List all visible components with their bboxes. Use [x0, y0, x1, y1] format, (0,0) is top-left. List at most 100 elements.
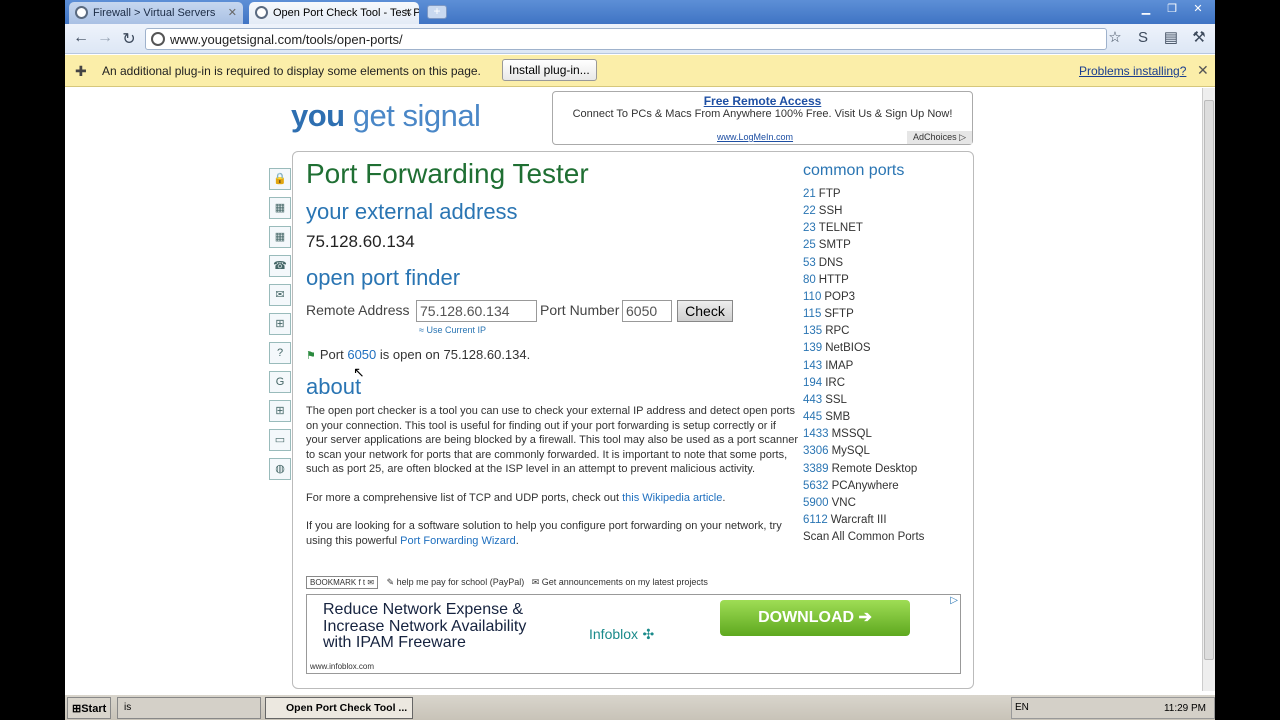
taskbar-item-active[interactable]: Open Port Check Tool ... [265, 697, 413, 719]
map-icon[interactable]: ▦ [269, 197, 291, 219]
mail-icon[interactable]: ✉ [269, 284, 291, 306]
port-link[interactable]: 6050 [347, 347, 376, 362]
wrench-icon[interactable]: ⚒ [1189, 28, 1209, 48]
port-number: 143 [803, 359, 823, 372]
adchoices-label[interactable]: AdChoices ▷ [907, 131, 972, 144]
port-item[interactable]: 3389 Remote Desktop [803, 461, 924, 478]
minimize-icon[interactable]: ▁ [1135, 2, 1157, 18]
phone-icon[interactable]: ☎ [269, 255, 291, 277]
close-icon[interactable]: ✕ [1197, 62, 1209, 79]
port-item[interactable]: 139 NetBIOS [803, 340, 924, 357]
adchoices-icon[interactable]: ▷ [950, 595, 958, 606]
tool-icon-bar: 🔒 ▦ ▦ ☎ ✉ ⊞ ? G ⊞ ▭ ◍ [269, 168, 293, 487]
port-item[interactable]: 5632 PCAnywhere [803, 478, 924, 495]
forward-icon[interactable]: → [95, 29, 115, 47]
lock-icon[interactable]: 🔒 [269, 168, 291, 190]
port-name: FTP [818, 188, 841, 200]
maximize-icon[interactable]: ❐ [1161, 2, 1183, 18]
close-window-icon[interactable]: ✕ [1187, 2, 1209, 18]
paypal-link[interactable]: help me pay for school (PayPal) [397, 577, 525, 587]
ad-text: Reduce Network Expense & Increase Networ… [323, 601, 527, 651]
close-icon[interactable]: ✕ [228, 6, 237, 19]
port-forwarding-wizard-link[interactable]: Port Forwarding Wizard [400, 535, 516, 547]
port-item[interactable]: 6112 Warcraft III [803, 512, 924, 529]
bookmark-button[interactable]: BOOKMARK f t ✉ [306, 576, 379, 589]
skype-icon[interactable]: S [1133, 28, 1153, 48]
port-number: 110 [803, 290, 822, 303]
page-icon[interactable]: ▤ [1161, 28, 1181, 48]
port-item[interactable]: 25 SMTP [803, 237, 924, 254]
start-button[interactable]: ⊞Start [67, 697, 111, 719]
port-item[interactable]: 1433 MSSQL [803, 426, 924, 443]
port-name: VNC [831, 496, 856, 509]
share-bar: BOOKMARK f t ✉ ✎ help me pay for school … [306, 576, 708, 589]
tab-firewall[interactable]: Firewall > Virtual Servers ✕ [69, 2, 243, 24]
language-indicator[interactable]: EN [1015, 702, 1029, 713]
problems-installing-link[interactable]: Problems installing? [1079, 64, 1186, 78]
taskbar-item[interactable]: is [117, 697, 261, 719]
ad-url[interactable]: www.infoblox.com [310, 662, 374, 671]
port-name: Remote Desktop [831, 462, 918, 475]
port-item[interactable]: 115 SFTP [803, 306, 924, 323]
port-name: SFTP [824, 308, 854, 321]
port-item[interactable]: 445 SMB [803, 409, 924, 426]
scroll-thumb[interactable] [1204, 100, 1214, 660]
port-number: 80 [803, 273, 816, 286]
mouse-cursor: ↖ [353, 364, 365, 380]
google-icon[interactable]: G [269, 371, 291, 393]
star-icon[interactable]: ☆ [1105, 28, 1125, 48]
scan-all-link[interactable]: Scan All Common Ports [803, 529, 924, 546]
port-name: IRC [825, 376, 845, 389]
ad-headline[interactable]: Free Remote Access [553, 94, 972, 108]
port-name: SSL [825, 393, 847, 406]
check-button[interactable]: Check [677, 300, 733, 322]
ad-url[interactable]: www.LogMeIn.com [717, 132, 793, 142]
vertical-scrollbar[interactable] [1202, 88, 1215, 691]
page-title: Port Forwarding Tester [306, 158, 589, 189]
port-item[interactable]: 22 SSH [803, 203, 924, 220]
port-item[interactable]: 135 RPC [803, 323, 924, 340]
close-icon[interactable]: ✕ [404, 6, 413, 19]
port-name: IMAP [825, 359, 854, 372]
tab-title: Firewall > Virtual Servers [93, 7, 216, 19]
port-item[interactable]: 53 DNS [803, 255, 924, 272]
port-name: NetBIOS [825, 342, 871, 355]
help-icon[interactable]: ? [269, 342, 291, 364]
tab-open-port-check[interactable]: Open Port Check Tool - Test P... ✕ [249, 2, 419, 24]
install-plugin-button[interactable]: Install plug-in... [502, 59, 597, 81]
port-item[interactable]: 21 FTP [803, 186, 924, 203]
use-current-ip-link[interactable]: ≈ Use Current IP [419, 325, 486, 335]
port-item[interactable]: 110 POP3 [803, 289, 924, 306]
map-icon[interactable]: ▦ [269, 226, 291, 248]
new-tab-button[interactable]: + [427, 5, 447, 19]
remote-address-input[interactable] [416, 300, 537, 322]
site-logo[interactable]: you get signal [291, 98, 481, 134]
reload-icon[interactable]: ↻ [119, 29, 139, 49]
address-bar[interactable]: www.yougetsignal.com/tools/open-ports/ [145, 28, 1107, 50]
port-number: 3389 [803, 462, 829, 475]
announcements-link[interactable]: Get announcements on my latest projects [542, 577, 708, 587]
port-item[interactable]: 3306 MySQL [803, 443, 924, 460]
port-item[interactable]: 143 IMAP [803, 358, 924, 375]
about-paragraph: For more a comprehensive list of TCP and… [306, 491, 726, 504]
port-item[interactable]: 5900 VNC [803, 495, 924, 512]
wikipedia-link[interactable]: this Wikipedia article [622, 492, 722, 504]
port-item[interactable]: 80 HTTP [803, 272, 924, 289]
port-name: POP3 [824, 290, 856, 303]
top-ad[interactable]: Free Remote Access Connect To PCs & Macs… [552, 91, 973, 145]
bottom-ad[interactable]: Reduce Network Expense & Increase Networ… [306, 594, 961, 674]
port-item[interactable]: 194 IRC [803, 375, 924, 392]
globe-icon[interactable]: ◍ [269, 458, 291, 480]
system-tray: EN 11:29 PM [1011, 697, 1215, 719]
taskbar: ⊞Start is Open Port Check Tool ... EN 11… [65, 694, 1215, 720]
port-number-input[interactable] [622, 300, 672, 322]
network-icon[interactable]: ⊞ [269, 313, 291, 335]
windows-icon[interactable]: ⊞ [269, 400, 291, 422]
tab-title: Open Port Check Tool - Test P... [273, 7, 419, 19]
port-item[interactable]: 23 TELNET [803, 220, 924, 237]
port-item[interactable]: 443 SSL [803, 392, 924, 409]
back-icon[interactable]: ← [71, 29, 91, 47]
drive-icon[interactable]: ▭ [269, 429, 291, 451]
download-button[interactable]: DOWNLOAD ➔ [720, 600, 910, 636]
open-port-finder-heading: open port finder [306, 265, 461, 290]
